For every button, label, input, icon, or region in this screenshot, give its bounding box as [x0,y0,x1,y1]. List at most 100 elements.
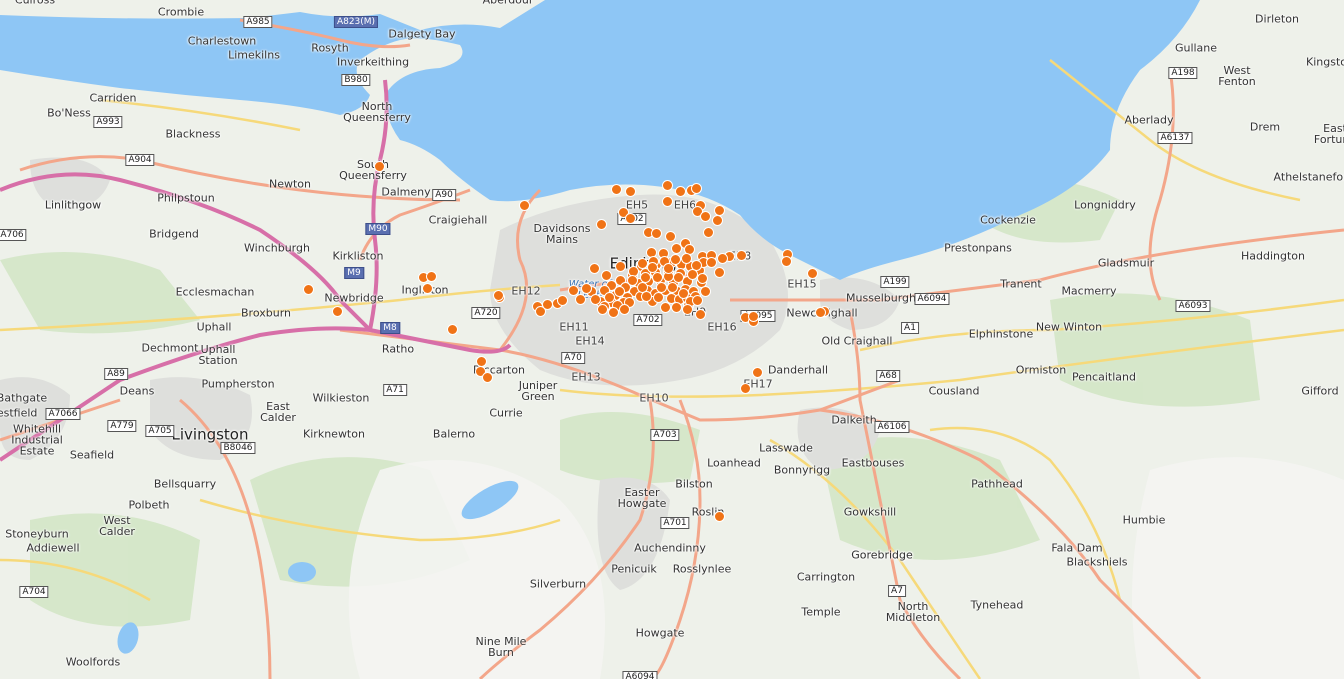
location-marker[interactable] [519,200,530,211]
place-label: Carrington [796,570,856,584]
location-marker[interactable] [332,306,343,317]
place-label: Broxburn [241,306,291,320]
place-label: Rosslynlee [672,562,732,576]
location-marker[interactable] [608,307,619,318]
location-marker[interactable] [651,228,662,239]
location-marker[interactable] [493,290,504,301]
place-label: Dalgety Bay [388,27,456,41]
location-marker[interactable] [706,257,717,268]
location-marker[interactable] [681,253,692,264]
place-label: Ratho [381,342,415,356]
place-label: Bilston [675,477,713,491]
location-marker[interactable] [673,272,684,283]
place-label: Prestonpans [944,241,1012,255]
location-marker[interactable] [692,295,703,306]
road-shield: A6093 [1175,300,1211,312]
location-marker[interactable] [596,219,607,230]
location-marker[interactable] [695,309,706,320]
place-label: West Fenton [1218,64,1256,88]
place-label: Musselburgh [846,291,916,305]
location-marker[interactable] [641,291,652,302]
place-label: Aberlady [1124,113,1174,127]
location-marker[interactable] [303,284,314,295]
map-view[interactable]: Culross Crombie Aberdour Charlestown Limekil… [0,0,1344,679]
location-marker[interactable] [663,263,674,274]
location-marker[interactable] [667,282,678,293]
location-marker[interactable] [691,183,702,194]
location-marker[interactable] [590,294,601,305]
location-marker[interactable] [557,295,568,306]
place-label: Kirknewton [303,427,365,441]
place-label: Loanhead [707,456,761,470]
location-marker[interactable] [581,283,592,294]
place-label: Gullane [1174,41,1218,55]
location-marker[interactable] [748,311,759,322]
location-marker[interactable] [625,213,636,224]
place-label: Uphall [196,320,232,334]
road-shield: M9 [344,267,364,279]
location-marker[interactable] [615,261,626,272]
road-shield: A70 [561,352,585,364]
location-marker[interactable] [625,186,636,197]
location-marker[interactable] [542,299,553,310]
location-marker[interactable] [671,302,682,313]
map-base-layer [0,0,1344,679]
location-marker[interactable] [662,180,673,191]
road-shield: A1 [901,322,919,334]
location-marker[interactable] [604,292,615,303]
location-marker[interactable] [614,286,625,297]
location-marker[interactable] [807,268,818,279]
place-label: Longniddry [1074,198,1136,212]
road-shield: A703 [650,429,680,441]
location-marker[interactable] [740,383,751,394]
location-marker[interactable] [660,302,671,313]
location-marker[interactable] [665,231,676,242]
place-label: Balerno [432,427,476,441]
place-label: Deans [119,384,155,398]
location-marker[interactable] [627,275,638,286]
location-marker[interactable] [647,262,658,273]
place-label: Humbie [1122,513,1166,527]
location-marker[interactable] [589,263,600,274]
location-marker[interactable] [601,270,612,281]
location-marker[interactable] [662,196,673,207]
location-marker[interactable] [714,511,725,522]
place-label: Dechmont [141,341,199,355]
location-marker[interactable] [611,184,622,195]
location-marker[interactable] [752,367,763,378]
place-label: North Middleton [885,600,941,624]
location-marker[interactable] [712,215,723,226]
place-label: Kingston [1306,55,1344,69]
location-marker[interactable] [447,324,458,335]
place-label: Currie [489,406,523,420]
location-marker[interactable] [597,304,608,315]
place-label: Howgate [635,626,685,640]
location-marker[interactable] [575,294,586,305]
location-marker[interactable] [697,273,708,284]
place-label: Bridgend [149,227,199,241]
place-label: Pencaitland [1072,370,1136,384]
location-marker[interactable] [619,304,630,315]
road-shield: A705 [145,425,175,437]
location-marker[interactable] [422,283,433,294]
place-label: Auchendinny [634,541,706,555]
location-marker[interactable] [426,271,437,282]
location-marker[interactable] [815,307,826,318]
road-shield: A779 [107,420,137,432]
location-marker[interactable] [703,227,714,238]
location-marker[interactable] [700,286,711,297]
place-label: Dalkeith [831,413,877,427]
road-shield: A68 [876,370,900,382]
location-marker[interactable] [671,243,682,254]
location-marker[interactable] [682,304,693,315]
location-marker[interactable] [700,211,711,222]
location-marker[interactable] [736,250,747,261]
location-marker[interactable] [781,256,792,267]
location-marker[interactable] [374,161,385,172]
location-marker[interactable] [653,292,664,303]
location-marker[interactable] [675,186,686,197]
location-marker[interactable] [717,253,728,264]
location-marker[interactable] [482,372,493,383]
location-marker[interactable] [714,267,725,278]
place-label: Fala Dam [1051,541,1103,555]
